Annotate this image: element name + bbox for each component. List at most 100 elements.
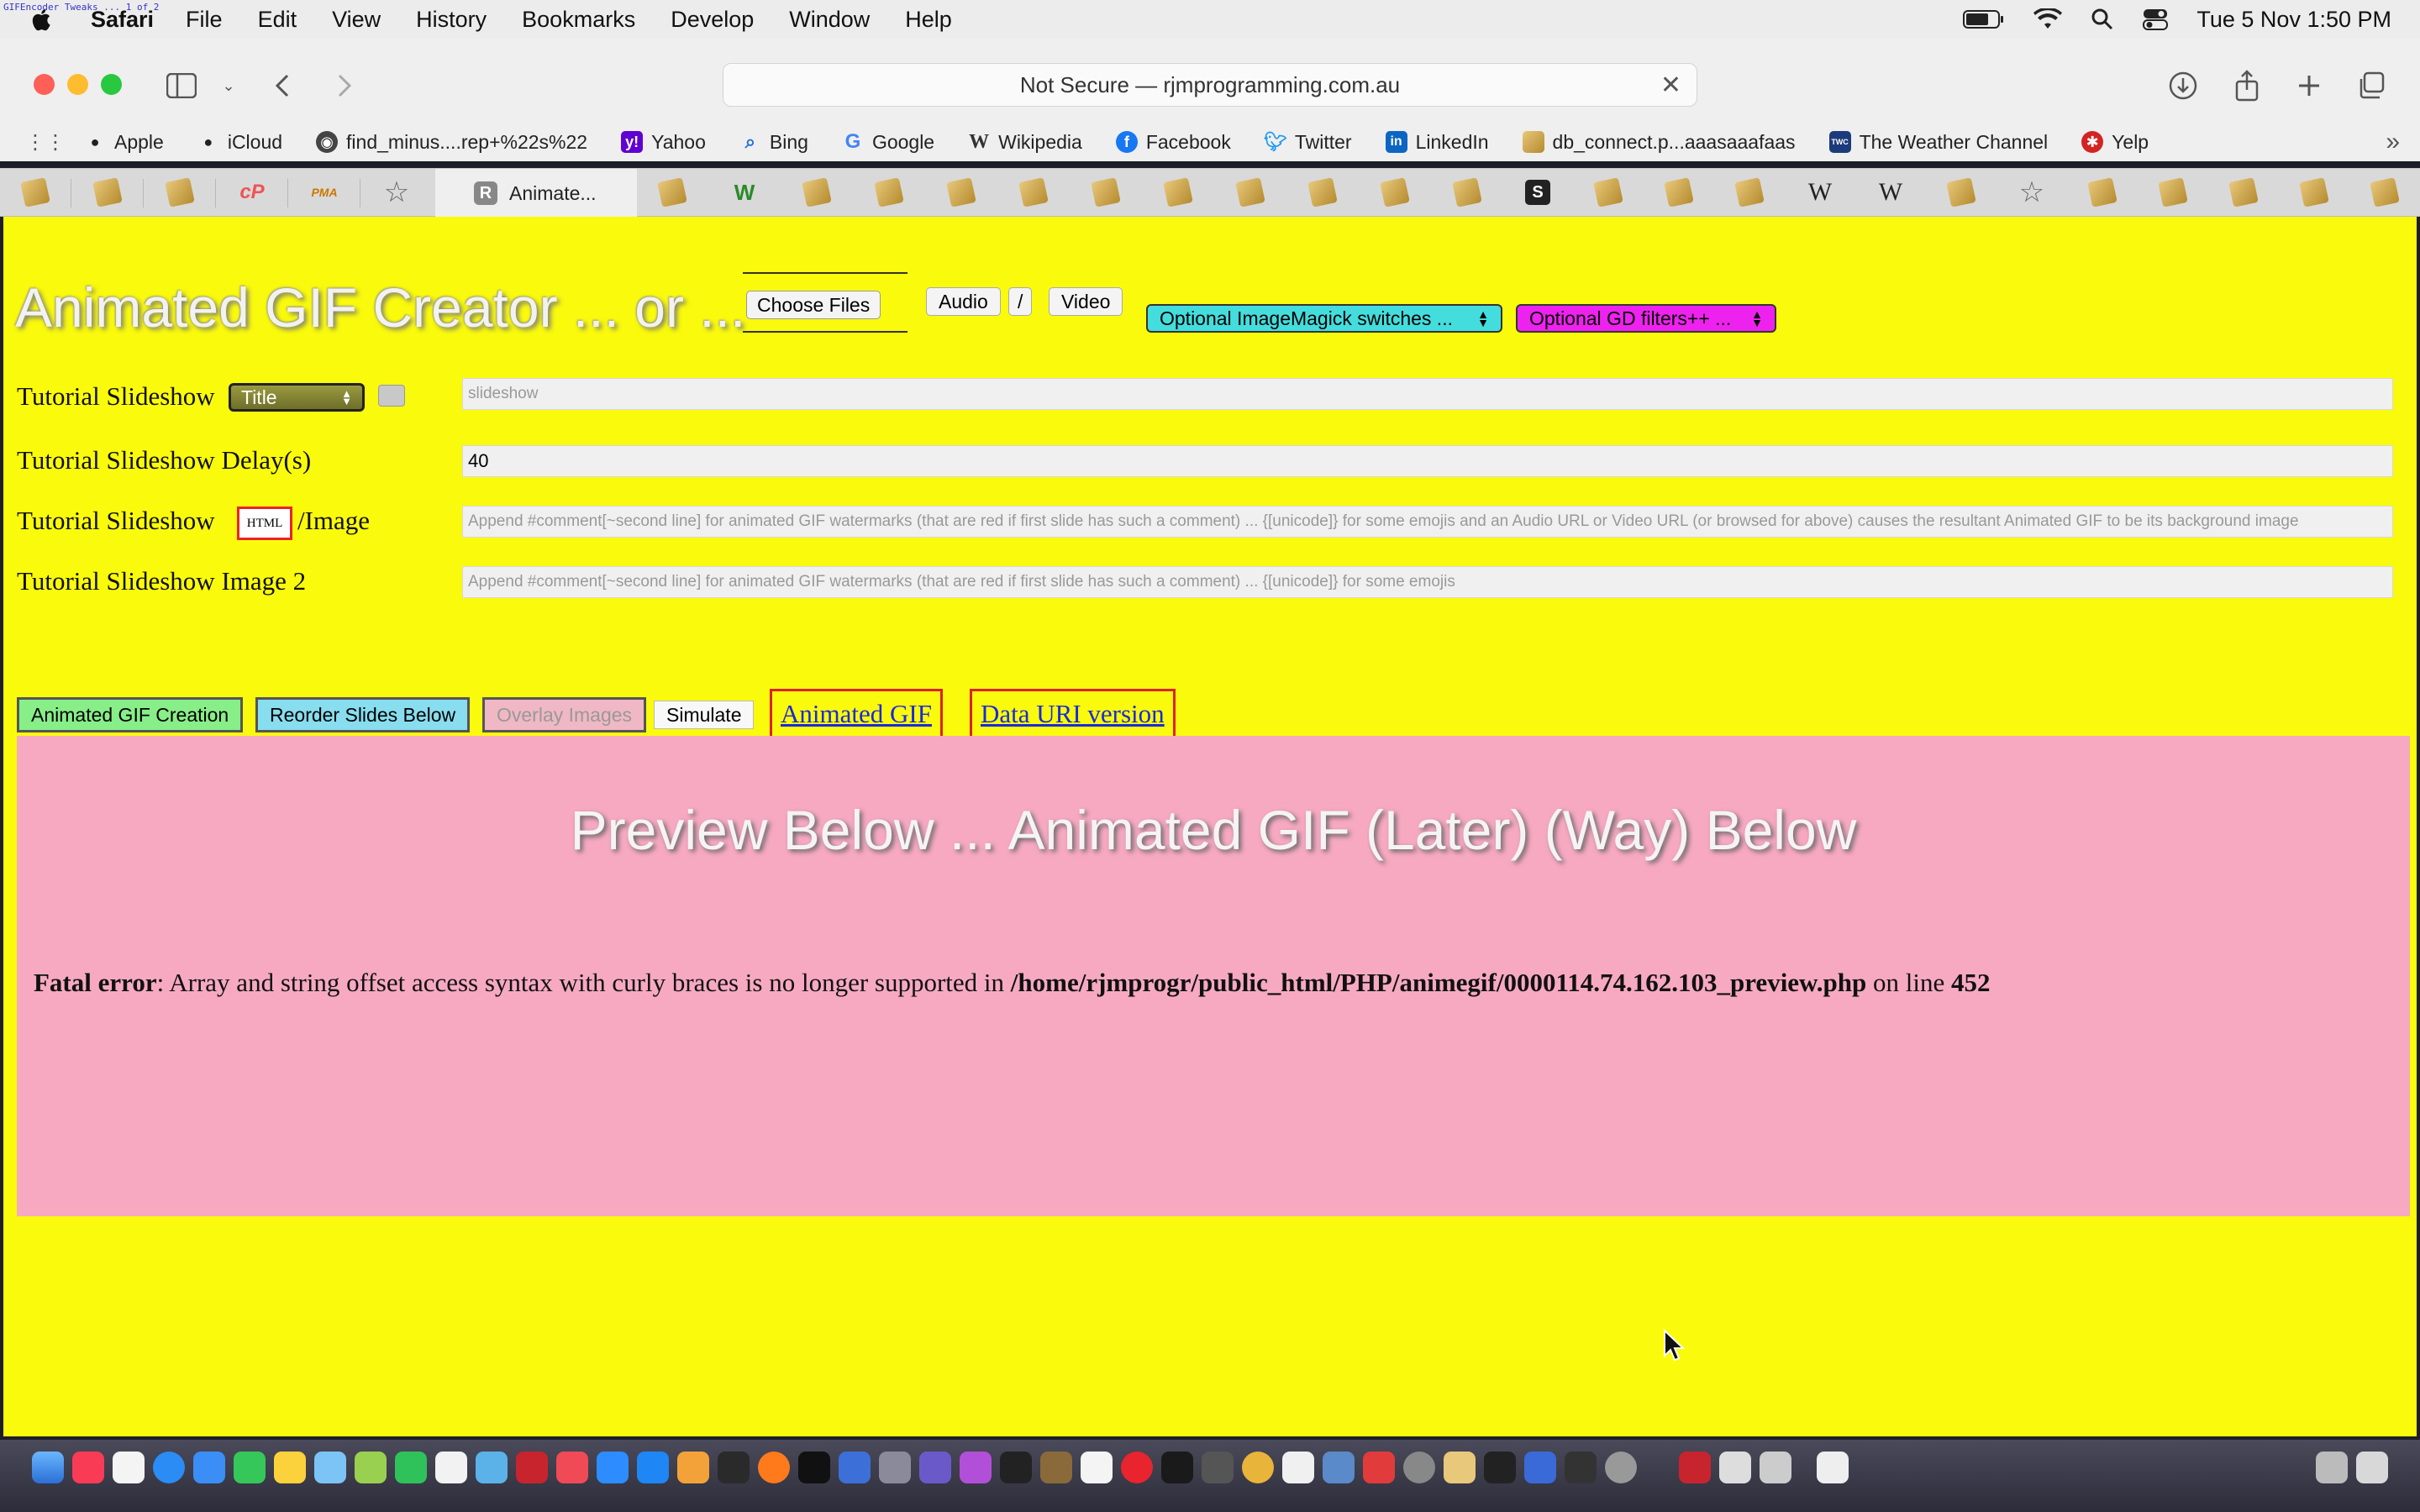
favorite-wikipedia[interactable]: W Wikipedia [968,131,1082,154]
close-window-button[interactable] [34,74,55,95]
app-icon[interactable] [355,1452,387,1483]
tab-favicon[interactable] [1591,176,1625,209]
share-icon[interactable] [2230,69,2264,102]
audio-button[interactable]: Audio [926,287,1001,316]
simulate-button[interactable]: Simulate [654,701,755,729]
gd-filters-select[interactable]: Optional GD filters++ ... ▲ ▼ [1516,304,1776,333]
tab-favicon[interactable] [1662,176,1696,209]
feather-icon[interactable] [1444,1452,1476,1483]
tab-favicon[interactable] [1450,176,1484,209]
app-icon[interactable] [1679,1452,1711,1483]
favorite-db-connect[interactable]: db_connect.p...aaasaaafaas [1522,131,1796,154]
downloads-stack-icon[interactable] [2316,1452,2348,1483]
document-icon[interactable] [1817,1452,1849,1483]
tab-favicon[interactable] [2297,176,2331,209]
tab-bookmark[interactable]: ☆ [2015,176,2049,209]
tab-cpanel[interactable]: cP [235,176,269,209]
sidebar-icon[interactable] [165,69,198,102]
terminal-icon[interactable] [1161,1452,1193,1483]
apple-tv-icon[interactable] [798,1452,830,1483]
menu-view[interactable]: View [332,7,381,33]
favorite-twitter[interactable]: 🐦︎ Twitter [1264,131,1352,154]
tab-favicon[interactable] [91,176,124,209]
favorite-find-minus[interactable]: ◉ find_minus....rep+%22s%22 [316,131,587,154]
app-icon[interactable] [1760,1452,1791,1483]
tab-favicon[interactable] [2086,176,2119,209]
app-icon[interactable] [1323,1452,1355,1483]
video-button[interactable]: Video [1049,287,1123,316]
news-icon[interactable] [556,1452,588,1483]
clear-address-icon[interactable]: ✕ [1660,71,1681,100]
tab-wikipedia[interactable]: W [1803,176,1837,209]
slideshow-delay-input[interactable]: 40 [462,445,2393,477]
bbedit-icon[interactable] [919,1452,951,1483]
menu-history[interactable]: History [416,7,487,33]
tab-favicon[interactable] [655,176,689,209]
photos-icon[interactable] [677,1452,709,1483]
html-toggle-button[interactable]: HTML [237,507,292,540]
menu-help[interactable]: Help [905,7,952,33]
downloads-icon[interactable] [2166,69,2200,102]
firefox-icon[interactable] [758,1452,790,1483]
facetime-icon[interactable] [395,1452,427,1483]
notes-icon[interactable] [274,1452,306,1483]
tab-favicon[interactable] [2156,176,2190,209]
launchpad-icon[interactable] [113,1452,145,1483]
zoom-icon[interactable] [597,1452,629,1483]
menu-edit[interactable]: Edit [258,7,297,33]
favorite-linkedin[interactable]: in LinkedIn [1385,131,1489,154]
opera-icon[interactable] [1121,1452,1153,1483]
app-icon[interactable] [1484,1452,1516,1483]
menu-window[interactable]: Window [789,7,870,33]
app-icon[interactable] [1605,1452,1637,1483]
favorite-bing[interactable]: ⌕ Bing [739,131,808,154]
address-bar[interactable]: Not Secure — rjmprogramming.com.au ✕ [723,63,1697,107]
app-icon[interactable] [879,1452,911,1483]
textedit-icon[interactable] [435,1452,467,1483]
maps-icon[interactable] [314,1452,346,1483]
finder-icon[interactable] [32,1452,64,1483]
favorite-weather-channel[interactable]: TWC The Weather Channel [1828,131,2048,154]
new-tab-icon[interactable] [2292,69,2326,102]
app-icon[interactable] [1719,1452,1751,1483]
tab-scribd[interactable]: S [1521,176,1555,209]
favorite-facebook[interactable]: f Facebook [1115,131,1231,154]
music-icon[interactable] [72,1452,104,1483]
menu-file[interactable]: File [186,7,223,33]
apps-grid-icon[interactable]: ⋮⋮ [25,130,66,155]
forward-icon[interactable] [328,69,361,102]
tab-favicon[interactable] [2368,176,2402,209]
tab-favicon[interactable] [944,176,978,209]
menu-bookmarks[interactable]: Bookmarks [522,7,635,33]
tab-favicon[interactable] [1017,176,1050,209]
tab-favicon[interactable] [800,176,834,209]
tab-active[interactable]: R Animate... [435,169,637,218]
calculator-icon[interactable] [1202,1452,1234,1483]
more-favorites-icon[interactable]: » [2386,128,2400,156]
imagemagick-select[interactable]: Optional ImageMagick switches ... ▲ ▼ [1146,304,1502,333]
app-icon[interactable] [1524,1452,1556,1483]
animated-gif-link[interactable]: Animated GIF [770,689,943,739]
tab-favicon[interactable] [1944,176,1978,209]
animated-gif-creation-button[interactable]: Animated GIF Creation [17,697,244,732]
tab-favicon[interactable] [1306,176,1339,209]
favorite-yelp[interactable]: ✱ Yelp [2081,131,2149,154]
wifi-icon[interactable] [2033,8,2063,30]
filezilla-icon[interactable] [516,1452,548,1483]
favorite-apple[interactable]: ● Apple [84,131,164,154]
app-store-icon[interactable] [637,1452,669,1483]
slideshow-image-input[interactable]: Append #comment[~second line] for animat… [462,506,2393,538]
control-center-icon[interactable] [2143,8,2169,31]
back-icon[interactable] [266,69,299,102]
menu-develop[interactable]: Develop [671,7,754,33]
preview-icon[interactable] [476,1452,508,1483]
document-icon[interactable] [1282,1452,1314,1483]
tab-w3c[interactable]: W [728,176,761,209]
overlay-images-button[interactable]: Overlay Images [482,697,647,732]
menu-clock[interactable]: Tue 5 Nov 1:50 PM [2196,7,2391,33]
app-icon[interactable] [839,1452,871,1483]
tab-bookmark[interactable]: ☆ [380,176,413,209]
slideshow-image2-input[interactable]: Append #comment[~second line] for animat… [462,566,2393,598]
trash-icon[interactable] [2356,1452,2388,1483]
tab-favicon[interactable] [2227,176,2260,209]
